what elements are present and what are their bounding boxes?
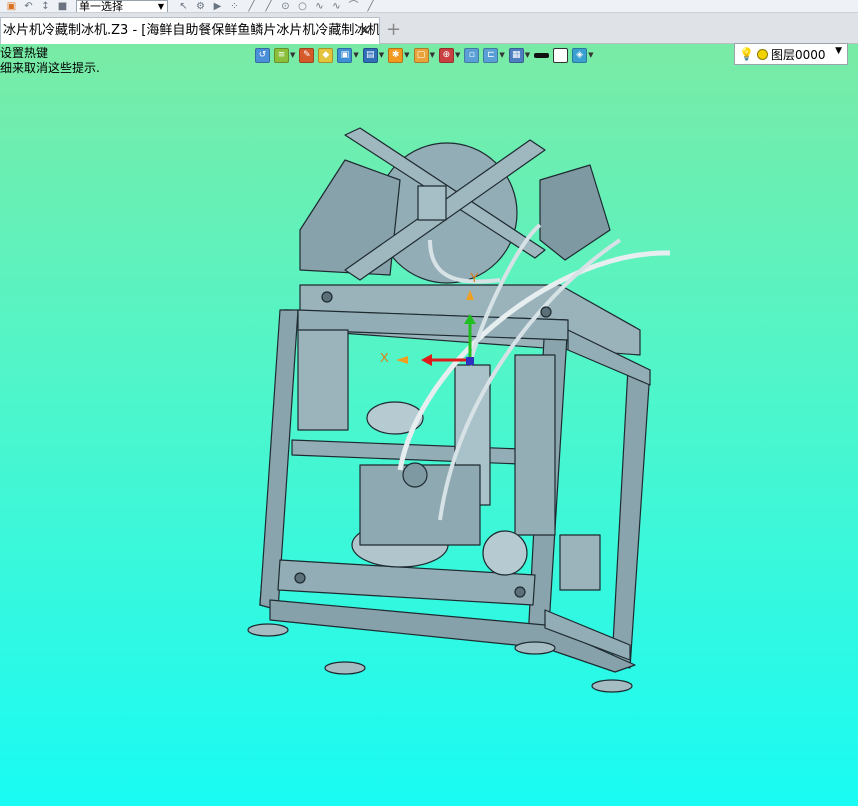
chevron-down-icon: ▼ [454,51,461,59]
paint-icon[interactable]: ⌒ [348,1,359,12]
cube-icon: ▣ [337,47,353,63]
accumulator [482,530,528,576]
foot-2 [324,661,366,675]
layer-stack-button[interactable]: ◈ ▼ [572,47,594,63]
cube-button[interactable]: ▣ ▼ [337,47,359,63]
frame-button[interactable]: ▢ ▼ [413,47,435,63]
triad-x-label: X [380,350,389,365]
x-handle [396,356,408,364]
undo-icon[interactable]: ↶ [23,1,34,12]
bulb-icon[interactable]: 💡 [739,47,754,61]
foot-3 [514,641,556,655]
curve-icon[interactable]: ∿ [314,1,325,12]
sphere-icon: ✱ [388,47,404,63]
app-icon[interactable]: ▣ [6,1,17,12]
sphere-button[interactable]: ✱ ▼ [388,47,410,63]
selection-mode-value: 单一选择 [79,0,123,13]
filter-icon[interactable]: ⚙ [195,1,206,12]
target-icon: ⊕ [438,47,454,63]
box-view-button[interactable]: ▤ ▼ [362,47,385,63]
history-icon: ↺ [255,47,270,63]
right-gearbox [539,164,611,261]
hint-text: 设置热键 细来取消这些提示. [0,46,100,76]
valve-wheel [402,462,428,488]
chevron-down-icon: ▼ [499,51,505,59]
pencil-button[interactable]: ✎ [299,47,315,63]
stop-icon[interactable]: ■ [57,1,68,12]
layer-stack-icon: ◈ [572,47,588,63]
new-tab-button[interactable]: + [386,19,401,40]
cad-viewport[interactable]: X Y [0,0,858,806]
redo-icon[interactable]: ↕ [40,1,51,12]
back-right-post [611,367,651,669]
chevron-down-icon: ▼ [588,51,594,59]
fit-view-button[interactable]: ▫ [464,47,480,63]
left-panel [297,329,349,431]
chevron-down-icon: ▼ [353,51,359,59]
right-pump [559,534,601,591]
align-icon: ⊏ [483,47,499,63]
brush-icon[interactable]: ╱ [365,1,376,12]
chevron-down-icon: ▼ [429,51,435,59]
display-icon: ▦ [508,47,524,63]
document-tab[interactable]: 冰片机冷藏制冰机.Z3 - [海鲜自助餐保鲜鱼鳞片冰片机冷藏制冰机] ✕ [0,17,380,44]
fill-color-icon [553,47,569,63]
solid-button[interactable]: ◆ [318,47,334,63]
pen-icon[interactable]: ∿ [331,1,342,12]
document-tab-title: 冰片机冷藏制冰机.Z3 - [海鲜自助餐保鲜鱼鳞片冰片机冷藏制冰机] [3,23,380,38]
fill-color-button[interactable] [553,47,569,63]
foot-4 [591,679,633,693]
display-button[interactable]: ▦ ▼ [508,47,531,63]
quick-access-toolbar: ▣ ↶ ↕ ■ 单一选择 ▼ ↖ ⚙ ▶ ⁘ ╱ ╱ ⊙ ○ ∿ ∿ ⌒ ╱ [0,0,858,13]
bolt [540,306,552,318]
target-button[interactable]: ⊕ ▼ [438,47,461,63]
spline-icon[interactable]: ○ [297,1,308,12]
chevron-down-icon: ▼ [404,51,410,59]
foot-1 [247,623,289,637]
fit-view-icon: ▫ [464,47,480,63]
arc-icon[interactable]: ╱ [263,1,274,12]
chevron-down-icon: ▼ [157,1,164,11]
history-button[interactable]: ↺ [255,47,270,63]
box-view-icon: ▤ [362,47,378,63]
chevron-down-icon: ▼ [378,51,385,59]
bolt [514,586,526,598]
selection-mode-select[interactable]: 单一选择 ▼ [76,0,168,13]
line-color-icon [534,52,550,58]
triad-y-label: Y [470,270,479,285]
bolt [321,291,333,303]
hint-line-1: 设置热键 [0,46,49,60]
line-icon[interactable]: ╱ [246,1,257,12]
close-icon[interactable]: ✕ [359,18,371,44]
chevron-down-icon: ▼ [835,46,842,56]
dots-icon[interactable]: ⁘ [229,1,240,12]
view-toolbar: ↺ ≡ ▼ ✎ ◆ ▣ ▼ ▤ ▼ ✱ ▼ ▢ ▼ ⊕ ▼ ▫ ⊏ ▼ ▦ ▼ ◈ ▼ [255,44,725,66]
layers-color-icon: ≡ [274,47,289,63]
hex-nut [417,185,447,221]
origin-marker [466,357,474,365]
chevron-down-icon: ▼ [290,51,296,59]
ice-machine-model [247,127,671,693]
layer-value: 图层0000 [770,47,826,62]
chevron-down-icon: ▼ [524,51,531,59]
layer-color-icon [756,48,768,60]
layers-color-button[interactable]: ≡ ▼ [274,47,296,63]
play-icon[interactable]: ▶ [212,1,223,12]
document-tab-bar: 冰片机冷藏制冰机.Z3 - [海鲜自助餐保鲜鱼鳞片冰片机冷藏制冰机] ✕ + [0,13,858,44]
align-button[interactable]: ⊏ ▼ [483,47,505,63]
mid-rail [291,439,546,466]
right-panel [514,354,556,536]
solid-icon: ◆ [318,47,334,63]
pointer-icon[interactable]: ↖ [178,1,189,12]
pencil-icon: ✎ [299,47,315,63]
bolt [294,572,306,584]
line-color-button[interactable] [534,52,550,58]
x-axis-head [421,354,432,366]
hint-line-2: 细来取消这些提示. [0,61,100,75]
circle-icon[interactable]: ⊙ [280,1,291,12]
frame-icon: ▢ [413,47,429,63]
layer-select[interactable]: 💡 图层0000 ▼ [734,43,848,65]
